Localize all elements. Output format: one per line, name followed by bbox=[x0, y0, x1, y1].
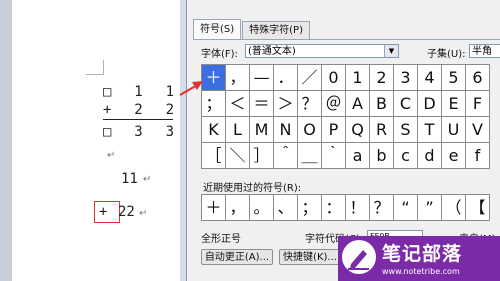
symbol-cell[interactable]: b bbox=[370, 143, 394, 169]
symbol-cell[interactable]: 3 bbox=[394, 65, 418, 91]
document-area[interactable]: □ 1 1 + 2 2 □ 3 3 ↵ 11 ↵ + 22 ↵ bbox=[0, 0, 180, 281]
symbol-cell[interactable]: V bbox=[466, 117, 490, 143]
autocorrect-button[interactable]: 自动更正(A)... bbox=[201, 249, 273, 265]
doc-text-plus: + bbox=[99, 204, 108, 220]
font-label: 字体(F): bbox=[201, 49, 238, 60]
symbol-cell[interactable]: ＝ bbox=[250, 91, 274, 117]
recent-symbol-cell[interactable]: “ bbox=[394, 195, 418, 221]
symbol-cell[interactable]: F bbox=[466, 91, 490, 117]
symbol-cell[interactable]: — bbox=[250, 65, 274, 91]
dialog-tabs: 符号(S) 特殊字符(P) bbox=[193, 19, 311, 39]
symbol-cell[interactable]: M bbox=[250, 117, 274, 143]
symbol-cell[interactable]: 1 bbox=[346, 65, 370, 91]
symbol-cell[interactable]: ； bbox=[202, 91, 226, 117]
symbol-cell[interactable]: ， bbox=[226, 65, 250, 91]
chevron-down-icon[interactable]: ▼ bbox=[384, 45, 398, 57]
symbol-cell[interactable]: E bbox=[442, 91, 466, 117]
symbol-cell[interactable]: 2 bbox=[370, 65, 394, 91]
symbol-cell[interactable]: ｀ bbox=[322, 143, 346, 169]
watermark-title: 笔记部落 bbox=[382, 243, 463, 265]
symbol-cell[interactable]: ＼ bbox=[226, 143, 250, 169]
symbol-cell[interactable]: L bbox=[226, 117, 250, 143]
symbol-cell[interactable]: ． bbox=[274, 65, 298, 91]
shortcut-key-button[interactable]: 快捷键(K)... bbox=[279, 249, 341, 265]
margin-corner-mark bbox=[86, 74, 104, 75]
symbol-cell[interactable]: ＿ bbox=[298, 143, 322, 169]
symbol-cell[interactable]: Q bbox=[346, 117, 370, 143]
symbol-cell[interactable]: U bbox=[442, 117, 466, 143]
watermark-banner: 笔记部落 www.notetribe.com bbox=[338, 236, 500, 281]
doc-text-22: 22 bbox=[118, 204, 135, 220]
paragraph-mark: ↵ bbox=[139, 208, 148, 219]
symbol-cell[interactable]: ［ bbox=[202, 143, 226, 169]
recent-symbol-cell[interactable]: 、 bbox=[274, 195, 298, 221]
font-select[interactable]: (普通文本) ▼ bbox=[245, 44, 399, 58]
recent-symbol-cell[interactable]: ； bbox=[298, 195, 322, 221]
symbol-cell[interactable]: ＋ bbox=[202, 65, 226, 91]
tab-baseline bbox=[193, 39, 500, 40]
tab-symbols[interactable]: 符号(S) bbox=[193, 19, 242, 39]
symbol-cell[interactable]: K bbox=[202, 117, 226, 143]
symbol-cell[interactable]: N bbox=[274, 117, 298, 143]
character-name: 全形正号 bbox=[201, 234, 241, 245]
recent-symbol-cell[interactable]: ＋ bbox=[202, 195, 226, 221]
symbol-cell[interactable]: f bbox=[466, 143, 490, 169]
symbol-cell[interactable]: O bbox=[298, 117, 322, 143]
symbol-cell[interactable]: ］ bbox=[250, 143, 274, 169]
symbol-cell[interactable]: C bbox=[394, 91, 418, 117]
subset-label: 子集(U): bbox=[427, 49, 466, 60]
symbol-cell[interactable]: ？ bbox=[298, 91, 322, 117]
math-row-1: □ 1 1 bbox=[103, 84, 177, 100]
symbol-cell[interactable]: c bbox=[394, 143, 418, 169]
symbol-cell[interactable]: D bbox=[418, 91, 442, 117]
symbol-cell[interactable]: 5 bbox=[442, 65, 466, 91]
math-row-3: □ 3 3 bbox=[103, 124, 177, 140]
watermark-url: www.notetribe.com bbox=[382, 267, 460, 276]
symbol-grid[interactable]: ＋， — ．／ 0 1 2 3 4 5 6 ；＜＝＞？＠ A B C D E F K L M N O P Q R S T U V ［ ＼ ］ ＾… bbox=[201, 64, 490, 169]
recent-symbols-label: 近期使用过的符号(R): bbox=[203, 183, 302, 194]
watermark-logo-icon bbox=[342, 240, 376, 274]
symbol-cell[interactable]: 0 bbox=[322, 65, 346, 91]
symbol-cell[interactable]: ＾ bbox=[274, 143, 298, 169]
recent-symbol-cell[interactable]: 。 bbox=[250, 195, 274, 221]
subset-select[interactable]: 半角 bbox=[469, 44, 500, 58]
paragraph-mark: ↵ bbox=[107, 150, 116, 161]
math-row-2: + 2 2 bbox=[103, 102, 177, 118]
symbol-cell[interactable]: S bbox=[394, 117, 418, 143]
font-select-value: (普通文本) bbox=[248, 46, 296, 57]
symbol-cell[interactable]: P bbox=[322, 117, 346, 143]
recent-symbol-cell[interactable]: （ bbox=[442, 195, 466, 221]
symbol-cell[interactable]: B bbox=[370, 91, 394, 117]
symbol-cell[interactable]: 4 bbox=[418, 65, 442, 91]
symbol-cell[interactable]: a bbox=[346, 143, 370, 169]
paragraph-mark: ↵ bbox=[143, 174, 152, 185]
symbol-cell[interactable]: ＠ bbox=[322, 91, 346, 117]
tab-special-characters[interactable]: 特殊字符(P) bbox=[242, 21, 310, 39]
symbol-cell[interactable]: A bbox=[346, 91, 370, 117]
symbol-cell[interactable]: R bbox=[370, 117, 394, 143]
document-left-margin bbox=[0, 0, 12, 281]
margin-corner-mark-vertical bbox=[103, 60, 104, 75]
symbol-cell[interactable]: e bbox=[442, 143, 466, 169]
symbol-cell[interactable]: d bbox=[418, 143, 442, 169]
symbol-cell[interactable]: ／ bbox=[298, 65, 322, 91]
recent-symbol-cell[interactable]: ： bbox=[322, 195, 346, 221]
doc-text-11: 11 bbox=[121, 171, 138, 187]
recent-symbols-grid[interactable]: ＋，。、；：！？ “” （【 bbox=[201, 194, 490, 221]
symbol-cell[interactable]: ＞ bbox=[274, 91, 298, 117]
recent-symbol-cell[interactable]: ？ bbox=[370, 195, 394, 221]
subset-select-value: 半角 bbox=[472, 46, 492, 57]
recent-symbol-cell[interactable]: ” bbox=[418, 195, 442, 221]
symbol-cell[interactable]: T bbox=[418, 117, 442, 143]
recent-symbol-cell[interactable]: ！ bbox=[346, 195, 370, 221]
symbol-cell[interactable]: 6 bbox=[466, 65, 490, 91]
recent-symbol-cell[interactable]: 【 bbox=[466, 195, 490, 221]
sum-rule-line bbox=[103, 119, 173, 120]
recent-symbol-cell[interactable]: ， bbox=[226, 195, 250, 221]
symbol-cell[interactable]: ＜ bbox=[226, 91, 250, 117]
